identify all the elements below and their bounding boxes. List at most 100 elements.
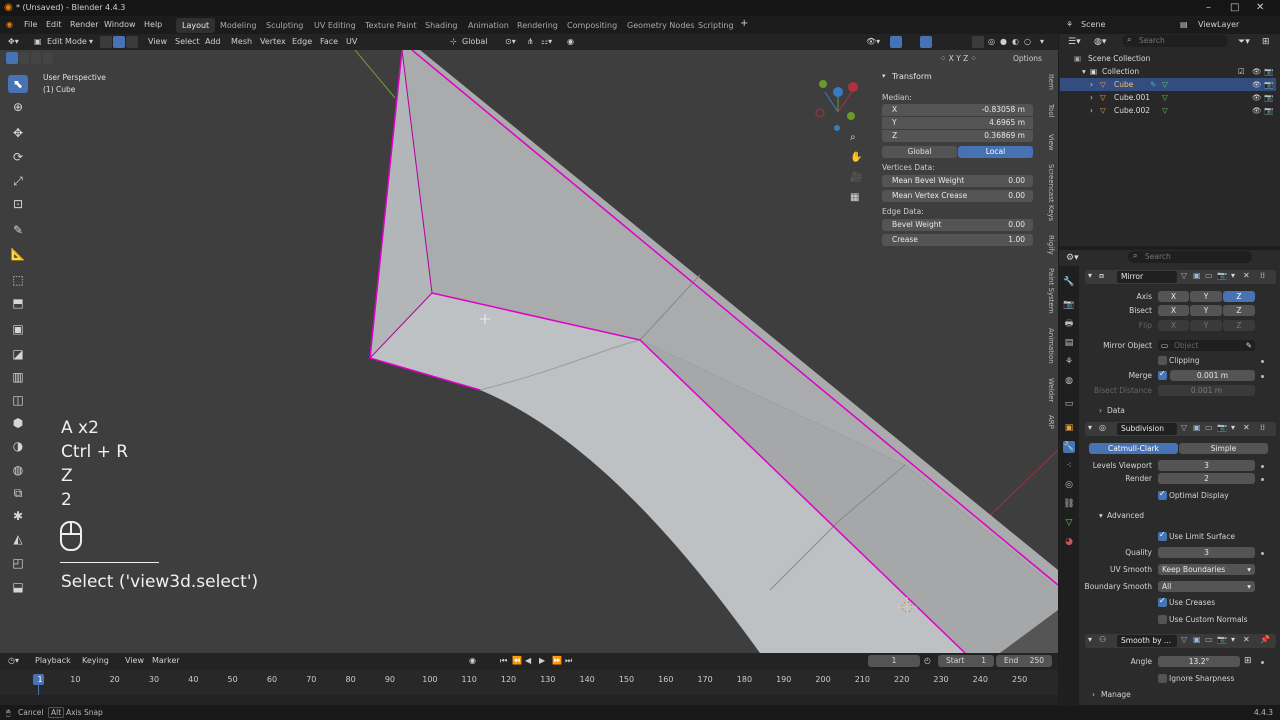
tab-compositing[interactable]: Compositing [561,18,623,33]
menu-view[interactable]: View [148,36,167,48]
mode-dropdown[interactable]: Edit Mode [47,36,87,48]
smooth-modifier-header[interactable]: ▾ ⚇ Smooth by ... ▽ ▣ ▭ 📷 ▾ ✕ 📌 [1085,634,1276,648]
tab-texture-paint[interactable]: Texture Paint [359,18,423,33]
shading-rendered-icon[interactable]: ○ [1024,36,1031,48]
space-local-button[interactable]: Local [958,146,1033,158]
menu-edge[interactable]: Edge [292,36,312,48]
render-tab-icon[interactable]: 📷 [1063,299,1075,311]
tool-extra-icon[interactable]: ⬓ [8,578,28,596]
close-icon[interactable]: ✕ [1256,1,1264,15]
tab-animation[interactable]: Animation [462,18,515,33]
menu-face[interactable]: Face [320,36,338,48]
play-icon[interactable]: ▶ [539,655,545,667]
menu-add[interactable]: Add [205,36,221,48]
ignore-sharpness-checkbox[interactable] [1158,674,1167,683]
outliner-editor-icon[interactable]: ☰▾ [1068,37,1081,47]
tool-smooth-icon[interactable]: ◍ [8,461,28,479]
subdivision-modifier-name[interactable]: Subdivision [1117,423,1177,435]
shading-material-icon[interactable]: ◐ [1012,36,1019,48]
constraints-tab-icon[interactable]: ⛓ [1063,498,1075,510]
end-frame-field[interactable]: End 250 [996,655,1052,667]
tool-move-icon[interactable]: ✥ [8,124,28,142]
maximize-icon[interactable]: □ [1230,1,1239,15]
menu-uv[interactable]: UV [346,36,357,48]
flip-x-toggle[interactable]: X [1158,320,1189,331]
collection-tab-icon[interactable]: ▭ [1063,398,1075,410]
blender-menu-icon[interactable]: ◉ [6,20,13,29]
tool-shrink-icon[interactable]: ✱ [8,507,28,525]
marker-menu[interactable]: Marker [152,655,180,667]
vertex-select-icon[interactable] [100,36,112,48]
menu-vertex[interactable]: Vertex [260,36,286,48]
chevron-right-icon[interactable]: › [1092,690,1095,699]
bisect-y-toggle[interactable]: Y [1190,305,1222,316]
clock-icon[interactable]: ◷▾ [8,655,19,667]
jump-key-back-icon[interactable]: ⏪ [512,655,522,667]
menu-file[interactable]: File [24,20,37,29]
menu-window[interactable]: Window [104,20,136,29]
side-tab-paint-system[interactable]: Paint System [1043,268,1055,314]
display-mode-icon[interactable]: ◍▾ [1094,37,1106,47]
minimize-icon[interactable]: – [1206,1,1211,15]
use-creases-checkbox[interactable] [1158,596,1167,607]
clipping-checkbox[interactable] [1158,356,1167,365]
editor-type-icon[interactable]: ✥▾ [8,36,19,48]
keyframe-dot-icon[interactable] [1261,478,1264,481]
tool-annotate-icon[interactable]: ✎ [8,221,28,239]
add-workspace-icon[interactable]: + [740,18,748,29]
mirror-modifier-name[interactable]: Mirror [1117,271,1177,283]
properties-editor-icon[interactable]: ⚙▾ [1066,253,1079,263]
snap-icon[interactable]: ⋔ [527,36,534,48]
tool-add-cube-icon[interactable]: ⬚ [8,271,28,289]
select-mode-icon[interactable] [19,52,29,64]
view-layer-name[interactable]: ViewLayer [1198,20,1239,29]
bisect-distance-field[interactable]: 0.001 m [1158,385,1255,396]
jump-end-icon[interactable]: ⏭ [565,655,572,667]
manage-subpanel[interactable]: Manage [1101,690,1131,699]
outliner-collection[interactable]: ▾ ▣ Collection ☑ 👁 📷 [1060,65,1276,78]
overlay-toggle-icon[interactable] [920,36,932,48]
input-socket-icon[interactable]: ⊞ [1244,656,1252,666]
zoom-icon[interactable]: ⌕ [850,132,856,143]
chevron-down-icon[interactable]: ▾ [1099,511,1103,520]
simple-button[interactable]: Simple [1179,443,1268,454]
material-tab-icon[interactable]: ◕ [1063,536,1075,548]
transform-orientation-dropdown[interactable]: Global [462,36,488,48]
menu-edit[interactable]: Edit [46,20,62,29]
menu-mesh[interactable]: Mesh [231,36,252,48]
mirror-data-subpanel[interactable]: Data [1107,406,1125,415]
menu-select[interactable]: Select [175,36,200,48]
shading-options-icon[interactable]: ▾ [1040,36,1044,48]
tab-scripting[interactable]: Scripting [692,18,740,33]
side-tab-item[interactable]: Item [1043,74,1055,90]
tab-shading[interactable]: Shading [419,18,464,33]
data-tab-icon[interactable]: ▽ [1063,517,1075,529]
xray-toggle-icon[interactable] [972,36,984,48]
tool-bevel-icon[interactable]: ◪ [8,345,28,363]
snap-options-icon[interactable]: ⚏▾ [541,36,552,48]
tab-rendering[interactable]: Rendering [511,18,564,33]
tab-uv-editing[interactable]: UV Editing [308,18,362,33]
merge-checkbox[interactable] [1158,369,1167,380]
pivot-icon[interactable]: ⊙▾ [505,36,516,48]
render-levels-field[interactable]: 2 [1158,473,1255,484]
merge-distance-field[interactable]: 0.001 m [1170,370,1255,381]
timeline-scrollbar[interactable] [0,695,1058,705]
bevel-weight-field[interactable]: Bevel Weight 0.00 [882,219,1033,231]
tool-transform-icon[interactable]: ⊡ [8,195,28,213]
angle-field[interactable]: 13.2° [1158,656,1240,667]
proportional-edit-icon[interactable]: ◉ [567,36,574,48]
world-tab-icon[interactable]: ◍ [1063,375,1075,387]
record-icon[interactable]: ◉ [469,655,476,667]
jump-start-icon[interactable]: ⏮ [500,655,507,667]
shading-solid-icon[interactable]: ● [1000,36,1007,48]
scene-name[interactable]: Scene [1081,20,1105,29]
mirror-object-field[interactable]: ▭ Object ✎ [1158,340,1255,351]
tool-knife-icon[interactable]: ◫ [8,391,28,409]
flip-z-toggle[interactable]: Z [1223,320,1255,331]
side-tab-view[interactable]: View [1043,134,1055,151]
keying-menu[interactable]: Keying [82,655,109,667]
side-tab-animation[interactable]: Animation [1043,328,1055,364]
pan-hand-icon[interactable]: ✋ [850,152,862,163]
advanced-subpanel[interactable]: Advanced [1107,511,1144,520]
